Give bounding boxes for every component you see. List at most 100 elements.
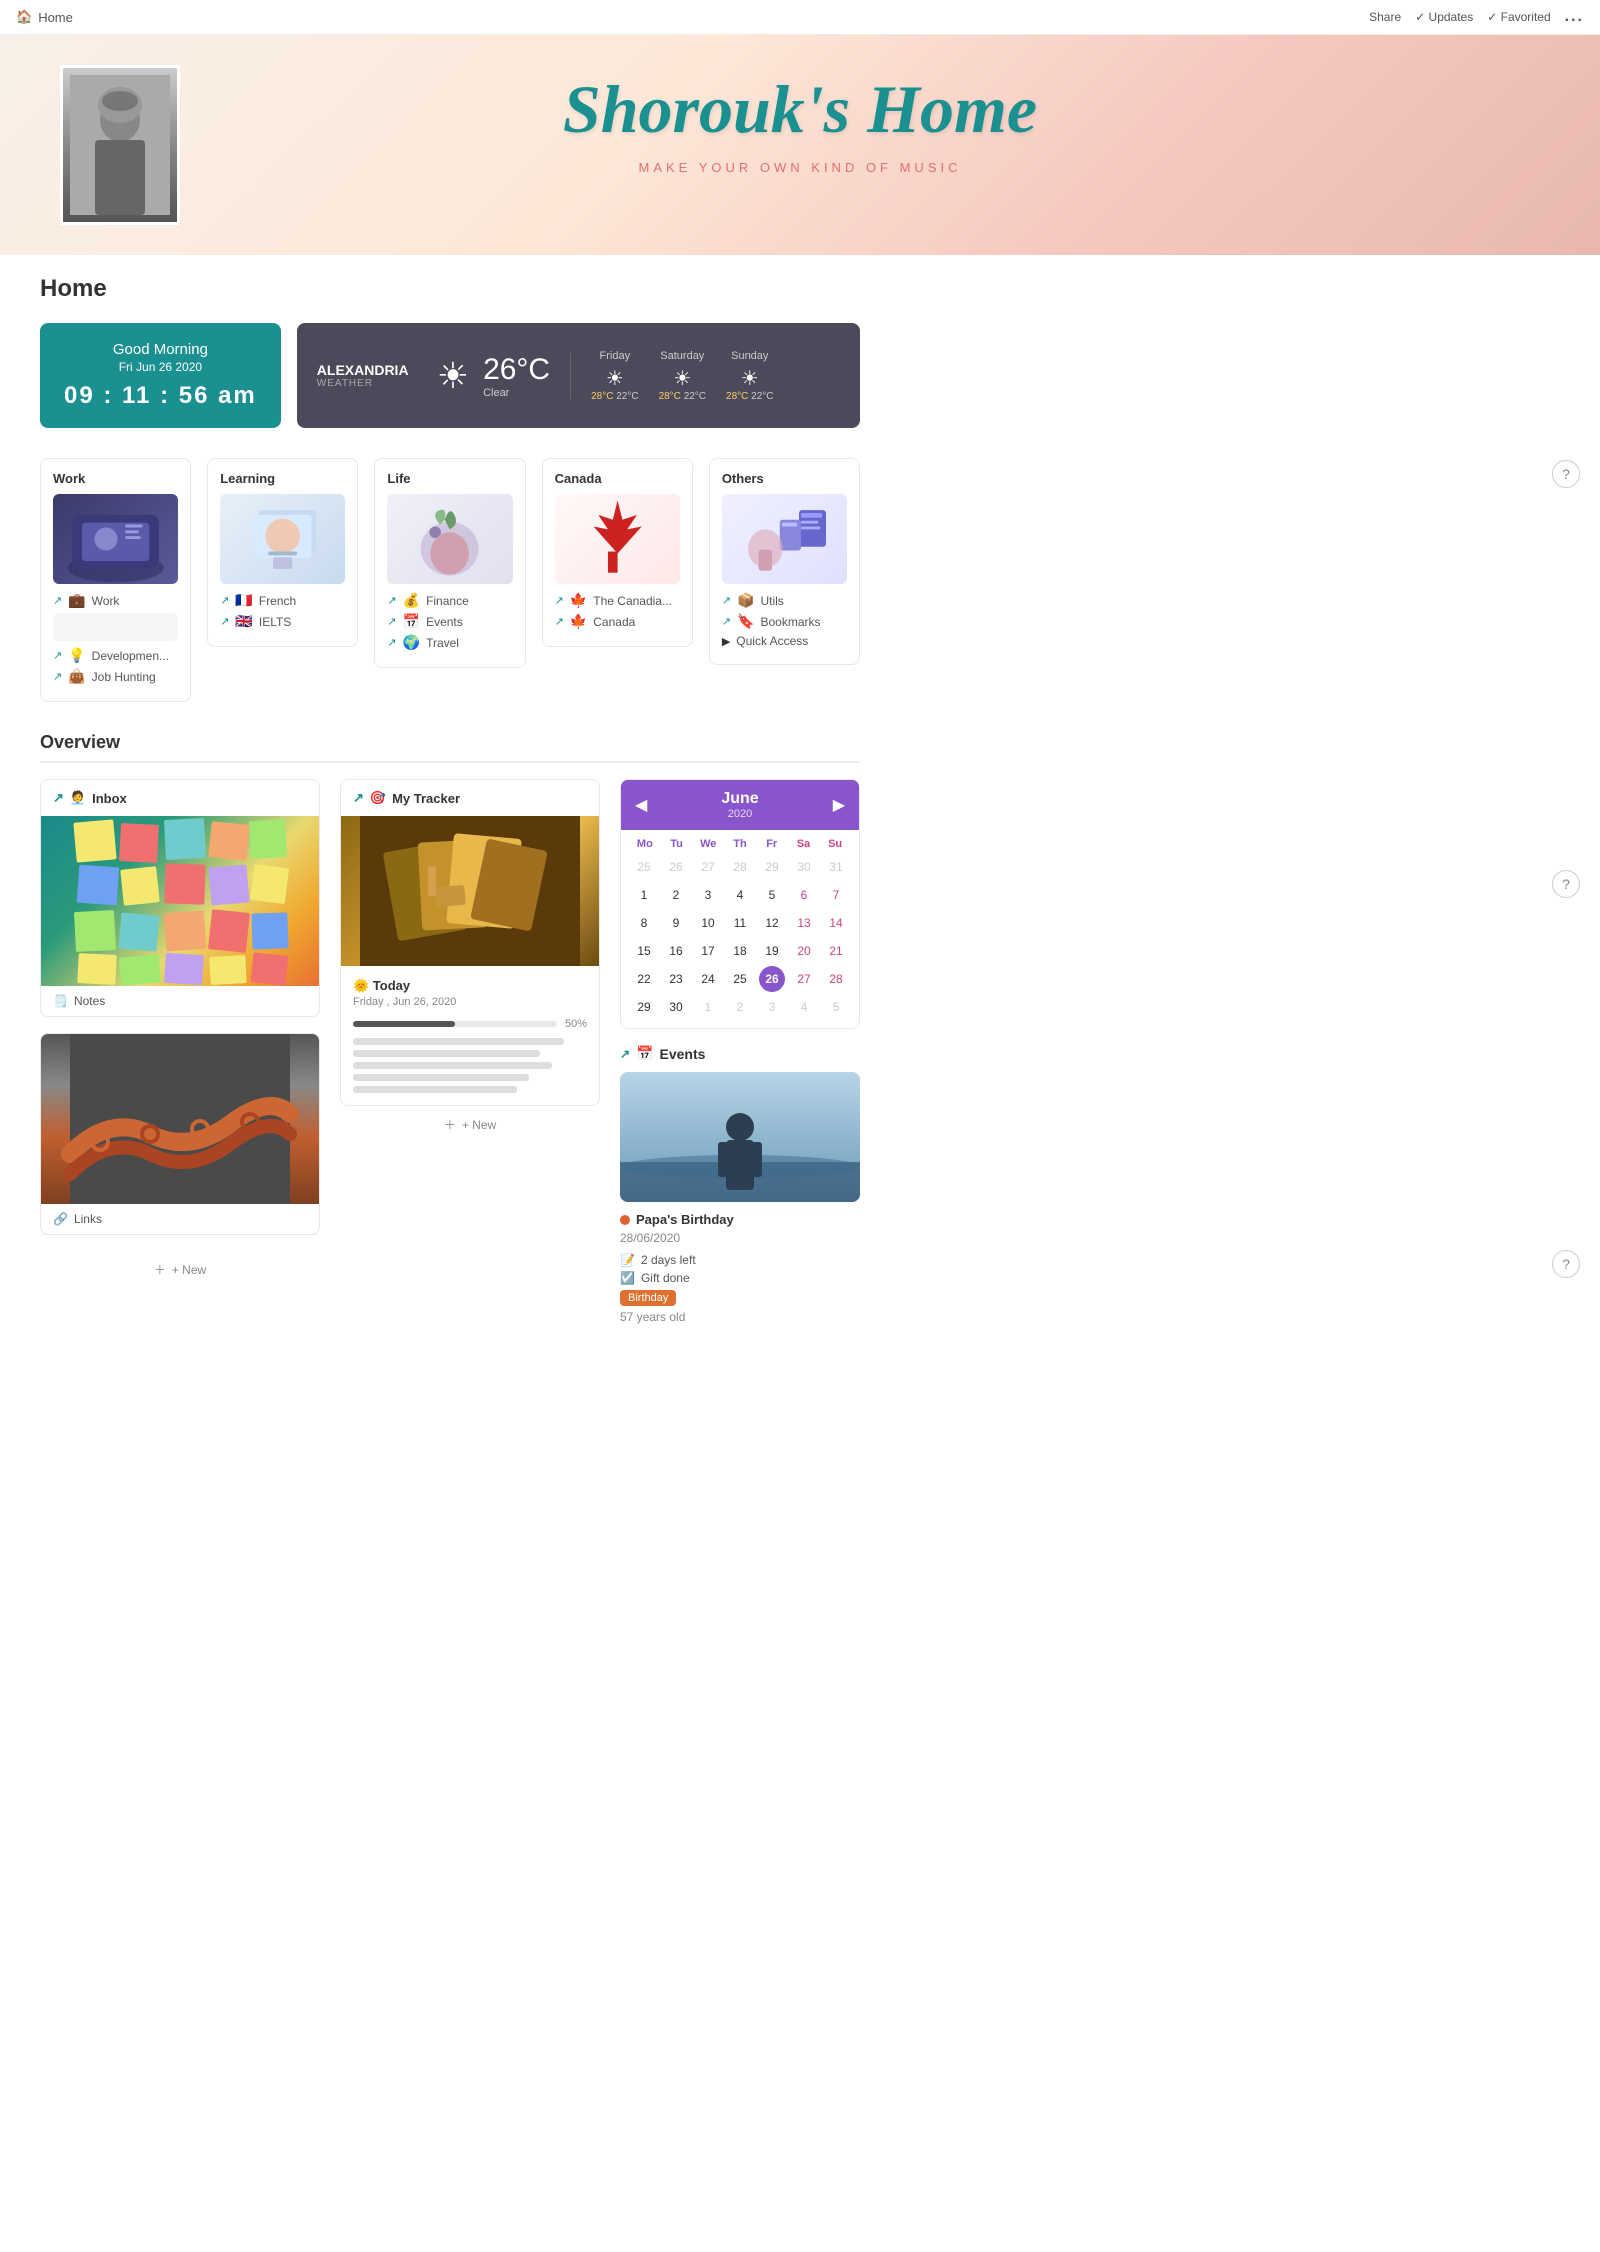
cal-day[interactable]: 5: [759, 882, 785, 908]
links-label: 🔗 Links: [41, 1204, 319, 1234]
links-text: Links: [74, 1212, 102, 1226]
events-header[interactable]: ↗ 📅 Events: [620, 1045, 860, 1062]
arrow-icon: ↗: [387, 636, 396, 649]
dashboard-row: Good Morning Fri Jun 26 2020 09 : 11 : 5…: [40, 323, 860, 428]
cal-day[interactable]: 20: [791, 938, 817, 964]
cal-day[interactable]: 25: [727, 966, 753, 992]
cal-day[interactable]: 27: [695, 854, 721, 880]
cal-day[interactable]: 18: [727, 938, 753, 964]
cal-day[interactable]: 22: [631, 966, 657, 992]
links-card: 🔗 Links: [40, 1033, 320, 1235]
favorited-button[interactable]: ✓ Favorited: [1487, 10, 1550, 24]
cal-day[interactable]: 3: [759, 994, 785, 1020]
event-age: 57 years old: [620, 1310, 860, 1324]
cal-day[interactable]: 28: [727, 854, 753, 880]
life-link-travel[interactable]: ↗ 🌍 Travel: [387, 634, 512, 651]
cal-day[interactable]: 17: [695, 938, 721, 964]
categories-row: Work ↗ 💼 Work ↗ 💡: [40, 458, 860, 702]
cal-day[interactable]: 3: [695, 882, 721, 908]
cal-day[interactable]: 24: [695, 966, 721, 992]
cal-day[interactable]: 5: [823, 994, 849, 1020]
cal-day[interactable]: 25: [631, 854, 657, 880]
others-link-quickaccess[interactable]: ▶ Events Quick Access: [722, 634, 847, 648]
weather-temp: 26°C: [483, 353, 550, 387]
cal-day[interactable]: 2: [663, 882, 689, 908]
cal-day[interactable]: 9: [663, 910, 689, 936]
updates-button[interactable]: ✓ Updates: [1415, 10, 1473, 24]
links-icon: 🔗: [53, 1212, 68, 1226]
cal-day[interactable]: 7: [823, 882, 849, 908]
category-life-title: Life: [387, 471, 512, 486]
share-button[interactable]: Share: [1369, 10, 1401, 24]
cal-day[interactable]: 29: [631, 994, 657, 1020]
cal-day-today[interactable]: 26: [759, 966, 785, 992]
cal-day[interactable]: 4: [727, 882, 753, 908]
others-link-bookmarks[interactable]: ↗ 🔖 Bookmarks: [722, 613, 847, 630]
cal-day[interactable]: 23: [663, 966, 689, 992]
cal-day[interactable]: 8: [631, 910, 657, 936]
cal-day[interactable]: 12: [759, 910, 785, 936]
calendar-year: 2020: [721, 808, 758, 820]
new-button-left[interactable]: ＋ + New: [40, 1251, 320, 1288]
cal-day[interactable]: 1: [695, 994, 721, 1020]
tracker-today-title: 🌞 Today: [353, 978, 587, 994]
learning-link-ielts[interactable]: ↗ 🇬🇧 IELTS: [220, 613, 345, 630]
cal-day[interactable]: 14: [823, 910, 849, 936]
canada-link-canada[interactable]: ↗ 🍁 Canada: [555, 613, 680, 630]
cal-day[interactable]: 4: [791, 994, 817, 1020]
overview-col-mid: ↗ 🎯 My Tracker: [340, 779, 600, 1324]
cal-day[interactable]: 30: [663, 994, 689, 1020]
cal-day[interactable]: 30: [791, 854, 817, 880]
calendar-days: 25 26 27 28 29 30 31 1 2 3 4 5 6: [629, 854, 851, 1020]
new-button-mid[interactable]: ＋ + New: [340, 1106, 600, 1143]
life-link-events[interactable]: ↗ 📅 Events: [387, 613, 512, 630]
cal-day[interactable]: 6: [791, 882, 817, 908]
inbox-header[interactable]: ↗ 🧑‍💼 Inbox: [41, 780, 319, 816]
help-button-3[interactable]: ?: [1552, 1250, 1580, 1278]
calendar-month: June: [721, 790, 758, 808]
hero-banner: Shorouk's Home MAKE YOUR OWN KIND OF MUS…: [0, 35, 1600, 255]
cal-day[interactable]: 19: [759, 938, 785, 964]
cal-day[interactable]: 28: [823, 966, 849, 992]
tracker-header[interactable]: ↗ 🎯 My Tracker: [341, 780, 599, 816]
work-link-jobhunting[interactable]: ↗ 👜 Job Hunting: [53, 668, 178, 685]
work-link-work[interactable]: ↗ 💼 Work: [53, 592, 178, 609]
tracker-today: 🌞 Today Friday , Jun 26, 2020 50%: [341, 966, 599, 1105]
cal-day[interactable]: 21: [823, 938, 849, 964]
calendar-header: ◀ June 2020 ▶: [621, 780, 859, 830]
category-work-title: Work: [53, 471, 178, 486]
weather-widget: ALEXANDRIA WEATHER ☀ 26°C Clear Friday ☀…: [297, 323, 860, 428]
life-link-finance[interactable]: ↗ 💰 Finance: [387, 592, 512, 609]
cal-day[interactable]: 16: [663, 938, 689, 964]
cal-day[interactable]: 27: [791, 966, 817, 992]
canada-link-thecanadian[interactable]: ↗ 🍁 The Canadia...: [555, 592, 680, 609]
top-navigation: 🏠 Home Share ✓ Updates ✓ Favorited ...: [0, 0, 1600, 35]
tracker-today-date: Friday , Jun 26, 2020: [353, 996, 587, 1008]
cal-day[interactable]: 15: [631, 938, 657, 964]
tracker-items: [353, 1038, 587, 1093]
clock-time: 09 : 11 : 56 am: [64, 382, 257, 410]
help-button-1[interactable]: ?: [1552, 460, 1580, 488]
cal-day[interactable]: 1: [631, 882, 657, 908]
more-button[interactable]: ...: [1565, 8, 1584, 26]
cal-day[interactable]: 10: [695, 910, 721, 936]
nav-home[interactable]: 🏠 Home: [16, 9, 73, 25]
others-link-utils[interactable]: ↗ 📦 Utils: [722, 592, 847, 609]
cal-day[interactable]: 13: [791, 910, 817, 936]
gift-done-icon: ☑️: [620, 1271, 635, 1285]
cal-day[interactable]: 29: [759, 854, 785, 880]
calendar-prev-button[interactable]: ◀: [635, 795, 647, 815]
inbox-icon: 🧑‍💼: [70, 790, 86, 806]
inbox-title: Inbox: [92, 791, 127, 806]
work-link-development[interactable]: ↗ 💡 Developmen...: [53, 647, 178, 664]
help-button-2[interactable]: ?: [1552, 870, 1580, 898]
cal-day[interactable]: 2: [727, 994, 753, 1020]
cal-day[interactable]: 26: [663, 854, 689, 880]
cal-day[interactable]: 31: [823, 854, 849, 880]
arrow-icon: ↗: [220, 615, 229, 628]
learning-link-french[interactable]: ↗ 🇫🇷 French: [220, 592, 345, 609]
calendar-next-button[interactable]: ▶: [833, 795, 845, 815]
cal-day[interactable]: 11: [727, 910, 753, 936]
clock-widget: Good Morning Fri Jun 26 2020 09 : 11 : 5…: [40, 323, 281, 428]
event-title: Papa's Birthday: [620, 1212, 860, 1227]
